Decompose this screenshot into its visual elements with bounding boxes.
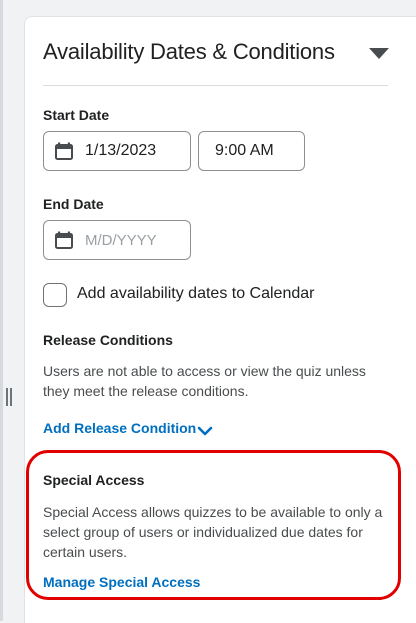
collapse-panel-button[interactable] — [365, 43, 393, 65]
add-to-calendar-checkbox[interactable] — [43, 283, 67, 307]
left-divider — [0, 0, 3, 621]
start-time-value: 9:00 AM — [215, 142, 274, 159]
add-to-calendar-label[interactable]: Add availability dates to Calendar — [77, 285, 314, 303]
release-conditions-description: Users are not able to access or view the… — [43, 363, 366, 399]
chevron-down-icon[interactable] — [197, 425, 213, 437]
calendar-icon — [55, 231, 73, 249]
start-date-input[interactable]: 1/13/2023 — [43, 131, 191, 171]
start-date-label: Start Date — [43, 107, 110, 123]
end-date-placeholder: M/D/YYYY — [85, 231, 157, 249]
add-release-condition-link[interactable]: Add Release Condition — [43, 420, 196, 436]
end-date-input[interactable]: M/D/YYYY — [43, 220, 191, 260]
start-time-input[interactable]: 9:00 AM — [198, 131, 305, 171]
end-date-label: End Date — [43, 196, 104, 212]
caret-down-icon — [369, 48, 389, 59]
header-divider — [43, 85, 388, 86]
release-conditions-heading: Release Conditions — [43, 332, 173, 348]
panel-resize-handle[interactable] — [6, 388, 12, 406]
special-access-highlight — [26, 450, 401, 600]
start-date-value: 1/13/2023 — [85, 142, 157, 159]
calendar-icon — [55, 142, 73, 160]
panel-title: Availability Dates & Conditions — [43, 39, 335, 64]
